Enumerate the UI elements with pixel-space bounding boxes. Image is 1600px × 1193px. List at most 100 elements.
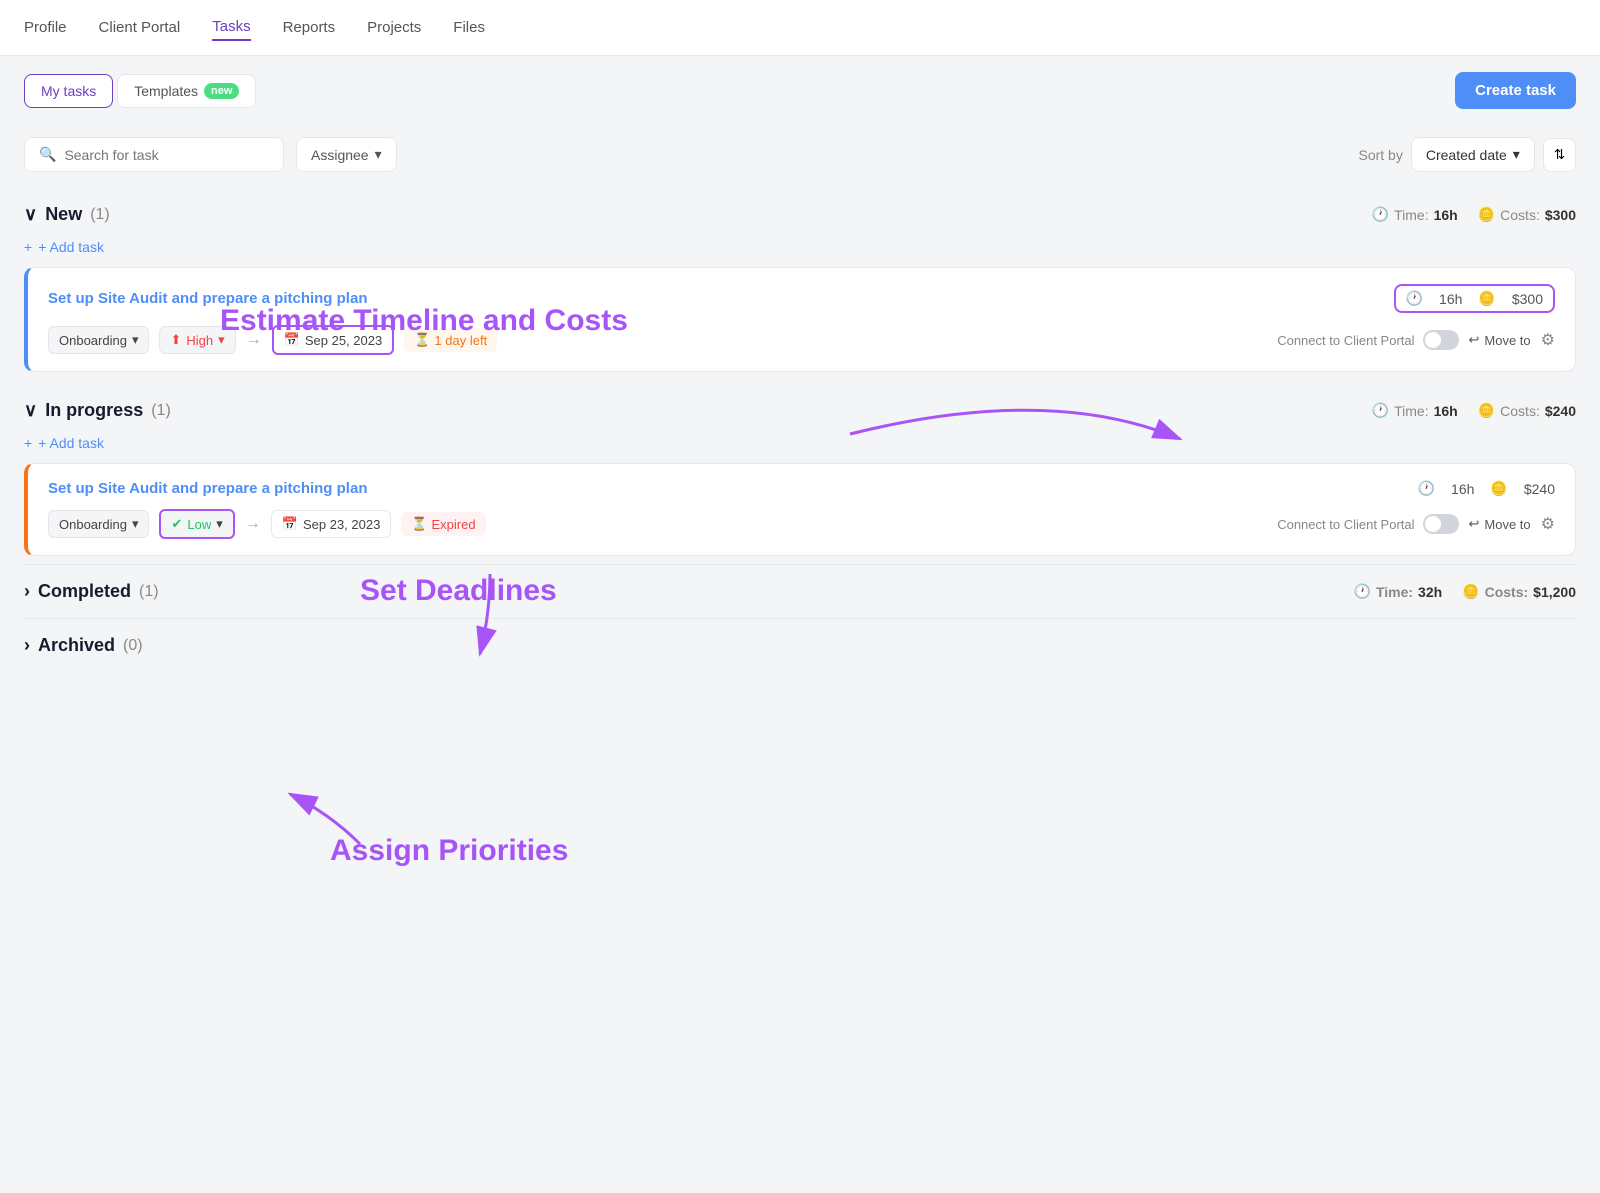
section-completed-count: (1) bbox=[139, 583, 159, 601]
task-2-controls: Onboarding ▾ ✔ Low ▾ → 📅 Sep 23, 2023 ⏳ … bbox=[48, 509, 1555, 539]
task-1-date-button[interactable]: 📅 Sep 25, 2023 bbox=[272, 325, 395, 355]
create-task-button[interactable]: Create task bbox=[1455, 72, 1576, 109]
add-task-inprogress-button[interactable]: + + Add task bbox=[24, 429, 1576, 463]
section-inprogress-header: ∨ In progress (1) 🕐 Time: 16h 🪙 Costs: $… bbox=[24, 380, 1576, 429]
clock-icon: 🕐 bbox=[1372, 206, 1389, 223]
chevron-down-icon: ▾ bbox=[218, 332, 225, 348]
task-1-coins-icon: 🪙 bbox=[1478, 290, 1495, 307]
section-completed-title[interactable]: › Completed (1) 🕐 Time: 32h 🪙 Costs: $1,… bbox=[24, 581, 1576, 602]
section-archived: › Archived (0) bbox=[24, 618, 1576, 672]
chevron-down-icon: ▾ bbox=[1513, 146, 1520, 163]
task-1-tag-button[interactable]: Onboarding ▾ bbox=[48, 326, 149, 354]
top-nav: Profile Client Portal Tasks Reports Proj… bbox=[0, 0, 1600, 56]
clock-icon: 🕐 bbox=[1354, 583, 1371, 600]
section-new-header: ∨ New (1) 🕐 Time: 16h 🪙 Costs: $300 bbox=[24, 184, 1576, 233]
hourglass-icon: ⏳ bbox=[414, 332, 430, 348]
task-2-move-to[interactable]: ↩ Move to bbox=[1469, 516, 1531, 532]
tab-my-tasks[interactable]: My tasks bbox=[24, 74, 113, 108]
task-2-time-cost: 🕐 16h 🪙 $240 bbox=[1418, 480, 1555, 497]
tab-templates[interactable]: Templates new bbox=[117, 74, 256, 108]
arrow-separator-2: → bbox=[245, 515, 261, 533]
nav-projects[interactable]: Projects bbox=[367, 15, 421, 40]
priority-high-icon: ⬆ bbox=[170, 332, 181, 348]
task-1-portal-toggle[interactable] bbox=[1423, 330, 1459, 350]
assignee-filter-button[interactable]: Assignee ▾ bbox=[296, 137, 397, 172]
task-2-clock-icon: 🕐 bbox=[1418, 480, 1435, 497]
sort-area: Sort by Created date ▾ ⇅ bbox=[1358, 137, 1576, 172]
task-2-title[interactable]: Set up Site Audit and prepare a pitching… bbox=[48, 480, 367, 497]
toolbar: 🔍 Assignee ▾ Sort by Created date ▾ ⇅ bbox=[0, 125, 1600, 184]
coins-icon: 🪙 bbox=[1462, 583, 1479, 600]
task-2-connect-portal: Connect to Client Portal bbox=[1277, 514, 1458, 534]
task-2-tag-button[interactable]: Onboarding ▾ bbox=[48, 510, 149, 538]
task-1-time-cost: 🕐 16h 🪙 $300 bbox=[1394, 284, 1555, 313]
priority-low-icon: ✔ bbox=[171, 516, 182, 532]
task-card-2: Set up Site Audit and prepare a pitching… bbox=[24, 463, 1576, 556]
arrow-separator: → bbox=[246, 331, 262, 349]
task-1-title[interactable]: Set up Site Audit and prepare a pitching… bbox=[48, 290, 367, 307]
nav-client-portal[interactable]: Client Portal bbox=[99, 15, 181, 40]
chevron-down-icon: ▾ bbox=[132, 332, 139, 348]
task-1-deadline-status: ⏳ 1 day left bbox=[404, 328, 497, 352]
section-inprogress-title[interactable]: ∨ In progress (1) bbox=[24, 400, 171, 421]
section-archived-count: (0) bbox=[123, 637, 143, 655]
sub-tabs-bar: My tasks Templates new Create task bbox=[0, 56, 1600, 125]
task-1-move-to[interactable]: ↩ Move to bbox=[1469, 332, 1531, 348]
section-new-meta: 🕐 Time: 16h 🪙 Costs: $300 bbox=[1372, 206, 1576, 223]
main-content: ∨ New (1) 🕐 Time: 16h 🪙 Costs: $300 + + … bbox=[0, 184, 1600, 1193]
section-inprogress-time: 🕐 Time: 16h bbox=[1372, 402, 1458, 419]
task-2-settings-icon[interactable]: ⚙ bbox=[1541, 514, 1555, 534]
nav-profile[interactable]: Profile bbox=[24, 15, 67, 40]
move-icon: ↩ bbox=[1469, 332, 1480, 348]
clock-icon: 🕐 bbox=[1372, 402, 1389, 419]
section-new-costs: 🪙 Costs: $300 bbox=[1478, 206, 1576, 223]
section-archived-expand-icon: › bbox=[24, 635, 30, 656]
calendar-icon: 📅 bbox=[284, 332, 300, 348]
section-new-title[interactable]: ∨ New (1) bbox=[24, 204, 110, 225]
sort-order-button[interactable]: ⇅ bbox=[1543, 138, 1576, 172]
nav-files[interactable]: Files bbox=[453, 15, 485, 40]
annotation-arrow-priorities bbox=[0, 784, 1600, 984]
section-new-count: (1) bbox=[90, 206, 110, 224]
add-task-new-button[interactable]: + + Add task bbox=[24, 233, 1576, 267]
nav-tasks[interactable]: Tasks bbox=[212, 14, 250, 41]
task-2-coins-icon: 🪙 bbox=[1490, 480, 1507, 497]
task-2-portal-toggle[interactable] bbox=[1423, 514, 1459, 534]
task-card-2-header: Set up Site Audit and prepare a pitching… bbox=[48, 480, 1555, 497]
coins-icon: 🪙 bbox=[1478, 206, 1495, 223]
task-card-1-header: Set up Site Audit and prepare a pitching… bbox=[48, 284, 1555, 313]
section-inprogress-collapse-icon: ∨ bbox=[24, 400, 37, 421]
section-new-collapse-icon: ∨ bbox=[24, 204, 37, 225]
sort-order-icon: ⇅ bbox=[1554, 147, 1565, 162]
search-box: 🔍 bbox=[24, 137, 284, 172]
annotation-priorities: Assign Priorities bbox=[330, 834, 568, 868]
move-icon: ↩ bbox=[1469, 516, 1480, 532]
templates-new-badge: new bbox=[204, 83, 239, 99]
task-2-date-button[interactable]: 📅 Sep 23, 2023 bbox=[271, 510, 392, 538]
task-1-clock-icon: 🕐 bbox=[1406, 290, 1423, 307]
search-icon: 🔍 bbox=[39, 146, 56, 163]
task-2-deadline-status: ⏳ Expired bbox=[401, 512, 485, 536]
chevron-down-icon: ▾ bbox=[132, 516, 139, 532]
search-input[interactable] bbox=[64, 147, 269, 163]
sort-select[interactable]: Created date ▾ bbox=[1411, 137, 1535, 172]
task-1-priority-button[interactable]: ⬆ High ▾ bbox=[159, 326, 235, 354]
section-completed: › Completed (1) 🕐 Time: 32h 🪙 Costs: $1,… bbox=[24, 564, 1576, 618]
section-completed-expand-icon: › bbox=[24, 581, 30, 602]
section-completed-time: 🕐 Time: 32h bbox=[1354, 583, 1443, 600]
plus-icon: + bbox=[24, 435, 32, 451]
coins-icon: 🪙 bbox=[1478, 402, 1495, 419]
chevron-down-icon: ▾ bbox=[216, 516, 223, 532]
tabs-left: My tasks Templates new bbox=[24, 74, 256, 108]
task-2-priority-button[interactable]: ✔ Low ▾ bbox=[159, 509, 234, 539]
nav-reports[interactable]: Reports bbox=[283, 15, 336, 40]
task-1-settings-icon[interactable]: ⚙ bbox=[1541, 330, 1555, 350]
sort-label: Sort by bbox=[1358, 147, 1402, 163]
section-inprogress-costs: 🪙 Costs: $240 bbox=[1478, 402, 1576, 419]
plus-icon: + bbox=[24, 239, 32, 255]
task-1-connect-portal: Connect to Client Portal bbox=[1277, 330, 1458, 350]
chevron-down-icon: ▾ bbox=[375, 146, 382, 163]
task-card-1: Set up Site Audit and prepare a pitching… bbox=[24, 267, 1576, 372]
section-archived-title[interactable]: › Archived (0) bbox=[24, 635, 1576, 656]
section-inprogress-meta: 🕐 Time: 16h 🪙 Costs: $240 bbox=[1372, 402, 1576, 419]
